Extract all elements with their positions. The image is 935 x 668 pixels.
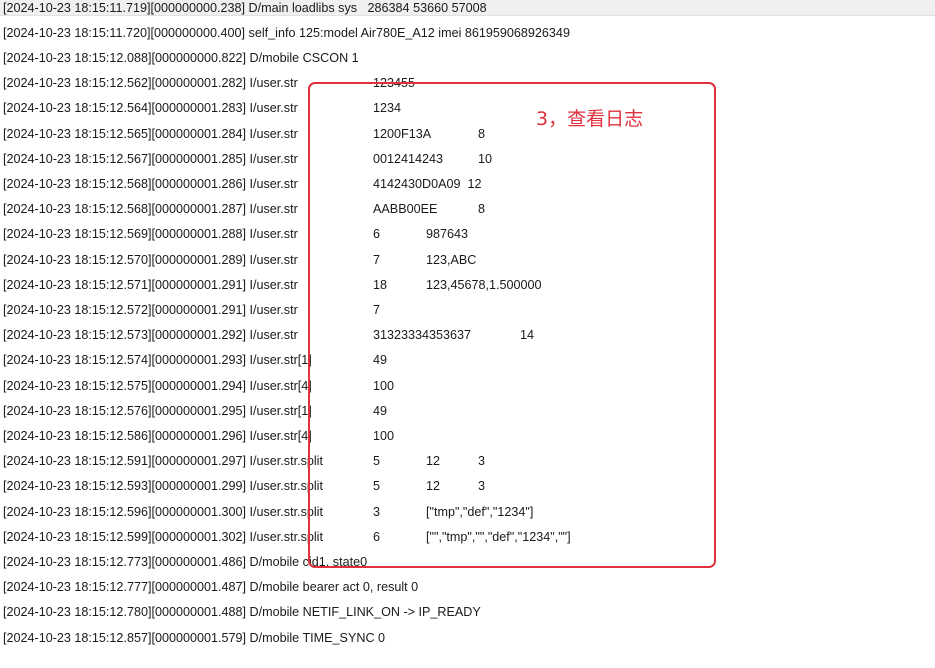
log-viewer-window: [2024-10-23 18:15:11.719][000000000.238]…: [0, 0, 935, 668]
log-line-prefix: [2024-10-23 18:15:12.586][000000001.296]…: [3, 428, 312, 443]
log-line-prefix: [2024-10-23 18:15:12.571][000000001.291]…: [3, 277, 298, 292]
log-line-prefix: [2024-10-23 18:15:12.599][000000001.302]…: [3, 529, 323, 544]
log-line-prefix: [2024-10-23 18:15:12.575][000000001.294]…: [3, 378, 312, 393]
log-line-prefix: [2024-10-23 18:15:11.719][000000000.238]…: [3, 0, 487, 15]
log-line: [2024-10-23 18:15:12.780][000000001.488]…: [3, 600, 923, 625]
log-line: [2024-10-23 18:15:12.777][000000001.487]…: [3, 575, 923, 600]
log-line-prefix: [2024-10-23 18:15:12.780][000000001.488]…: [3, 605, 481, 620]
log-line-prefix: [2024-10-23 18:15:12.574][000000001.293]…: [3, 353, 312, 368]
log-line-prefix: [2024-10-23 18:15:12.573][000000001.292]…: [3, 328, 298, 343]
log-line-prefix: [2024-10-23 18:15:12.576][000000001.295]…: [3, 403, 312, 418]
log-line-prefix: [2024-10-23 18:15:12.569][000000001.288]…: [3, 227, 298, 242]
log-line: [2024-10-23 18:15:12.088][000000000.822]…: [3, 46, 923, 71]
log-line-prefix: [2024-10-23 18:15:12.568][000000001.286]…: [3, 176, 298, 191]
log-line-prefix: [2024-10-23 18:15:12.564][000000001.283]…: [3, 101, 298, 116]
log-line-prefix: [2024-10-23 18:15:12.088][000000000.822]…: [3, 50, 359, 65]
log-line-prefix: [2024-10-23 18:15:12.596][000000001.300]…: [3, 504, 323, 519]
log-line-prefix: [2024-10-23 18:15:12.568][000000001.287]…: [3, 202, 298, 217]
log-line-prefix: [2024-10-23 18:15:12.777][000000001.487]…: [3, 580, 419, 595]
log-line: [2024-10-23 18:15:11.720][000000000.400]…: [3, 21, 923, 46]
log-line-prefix: [2024-10-23 18:15:12.857][000000001.579]…: [3, 630, 386, 645]
log-line-prefix: [2024-10-23 18:15:11.720][000000000.400]…: [3, 25, 570, 40]
log-line-prefix: [2024-10-23 18:15:12.593][000000001.299]…: [3, 479, 323, 494]
log-line-prefix: [2024-10-23 18:15:12.567][000000001.285]…: [3, 151, 298, 166]
log-line: [2024-10-23 18:15:12.857][000000001.579]…: [3, 626, 923, 651]
log-line-prefix: [2024-10-23 18:15:12.591][000000001.297]…: [3, 454, 323, 469]
annotation-highlight-box: [308, 82, 716, 568]
log-line-prefix: [2024-10-23 18:15:12.570][000000001.289]…: [3, 252, 298, 267]
log-line-prefix: [2024-10-23 18:15:12.565][000000001.284]…: [3, 126, 298, 141]
log-line: [2024-10-23 18:15:11.719][000000000.238]…: [3, 0, 923, 21]
annotation-label: 3，查看日志: [536, 108, 644, 130]
log-line-prefix: [2024-10-23 18:15:12.562][000000001.282]…: [3, 76, 298, 91]
log-line-prefix: [2024-10-23 18:15:12.572][000000001.291]…: [3, 302, 298, 317]
